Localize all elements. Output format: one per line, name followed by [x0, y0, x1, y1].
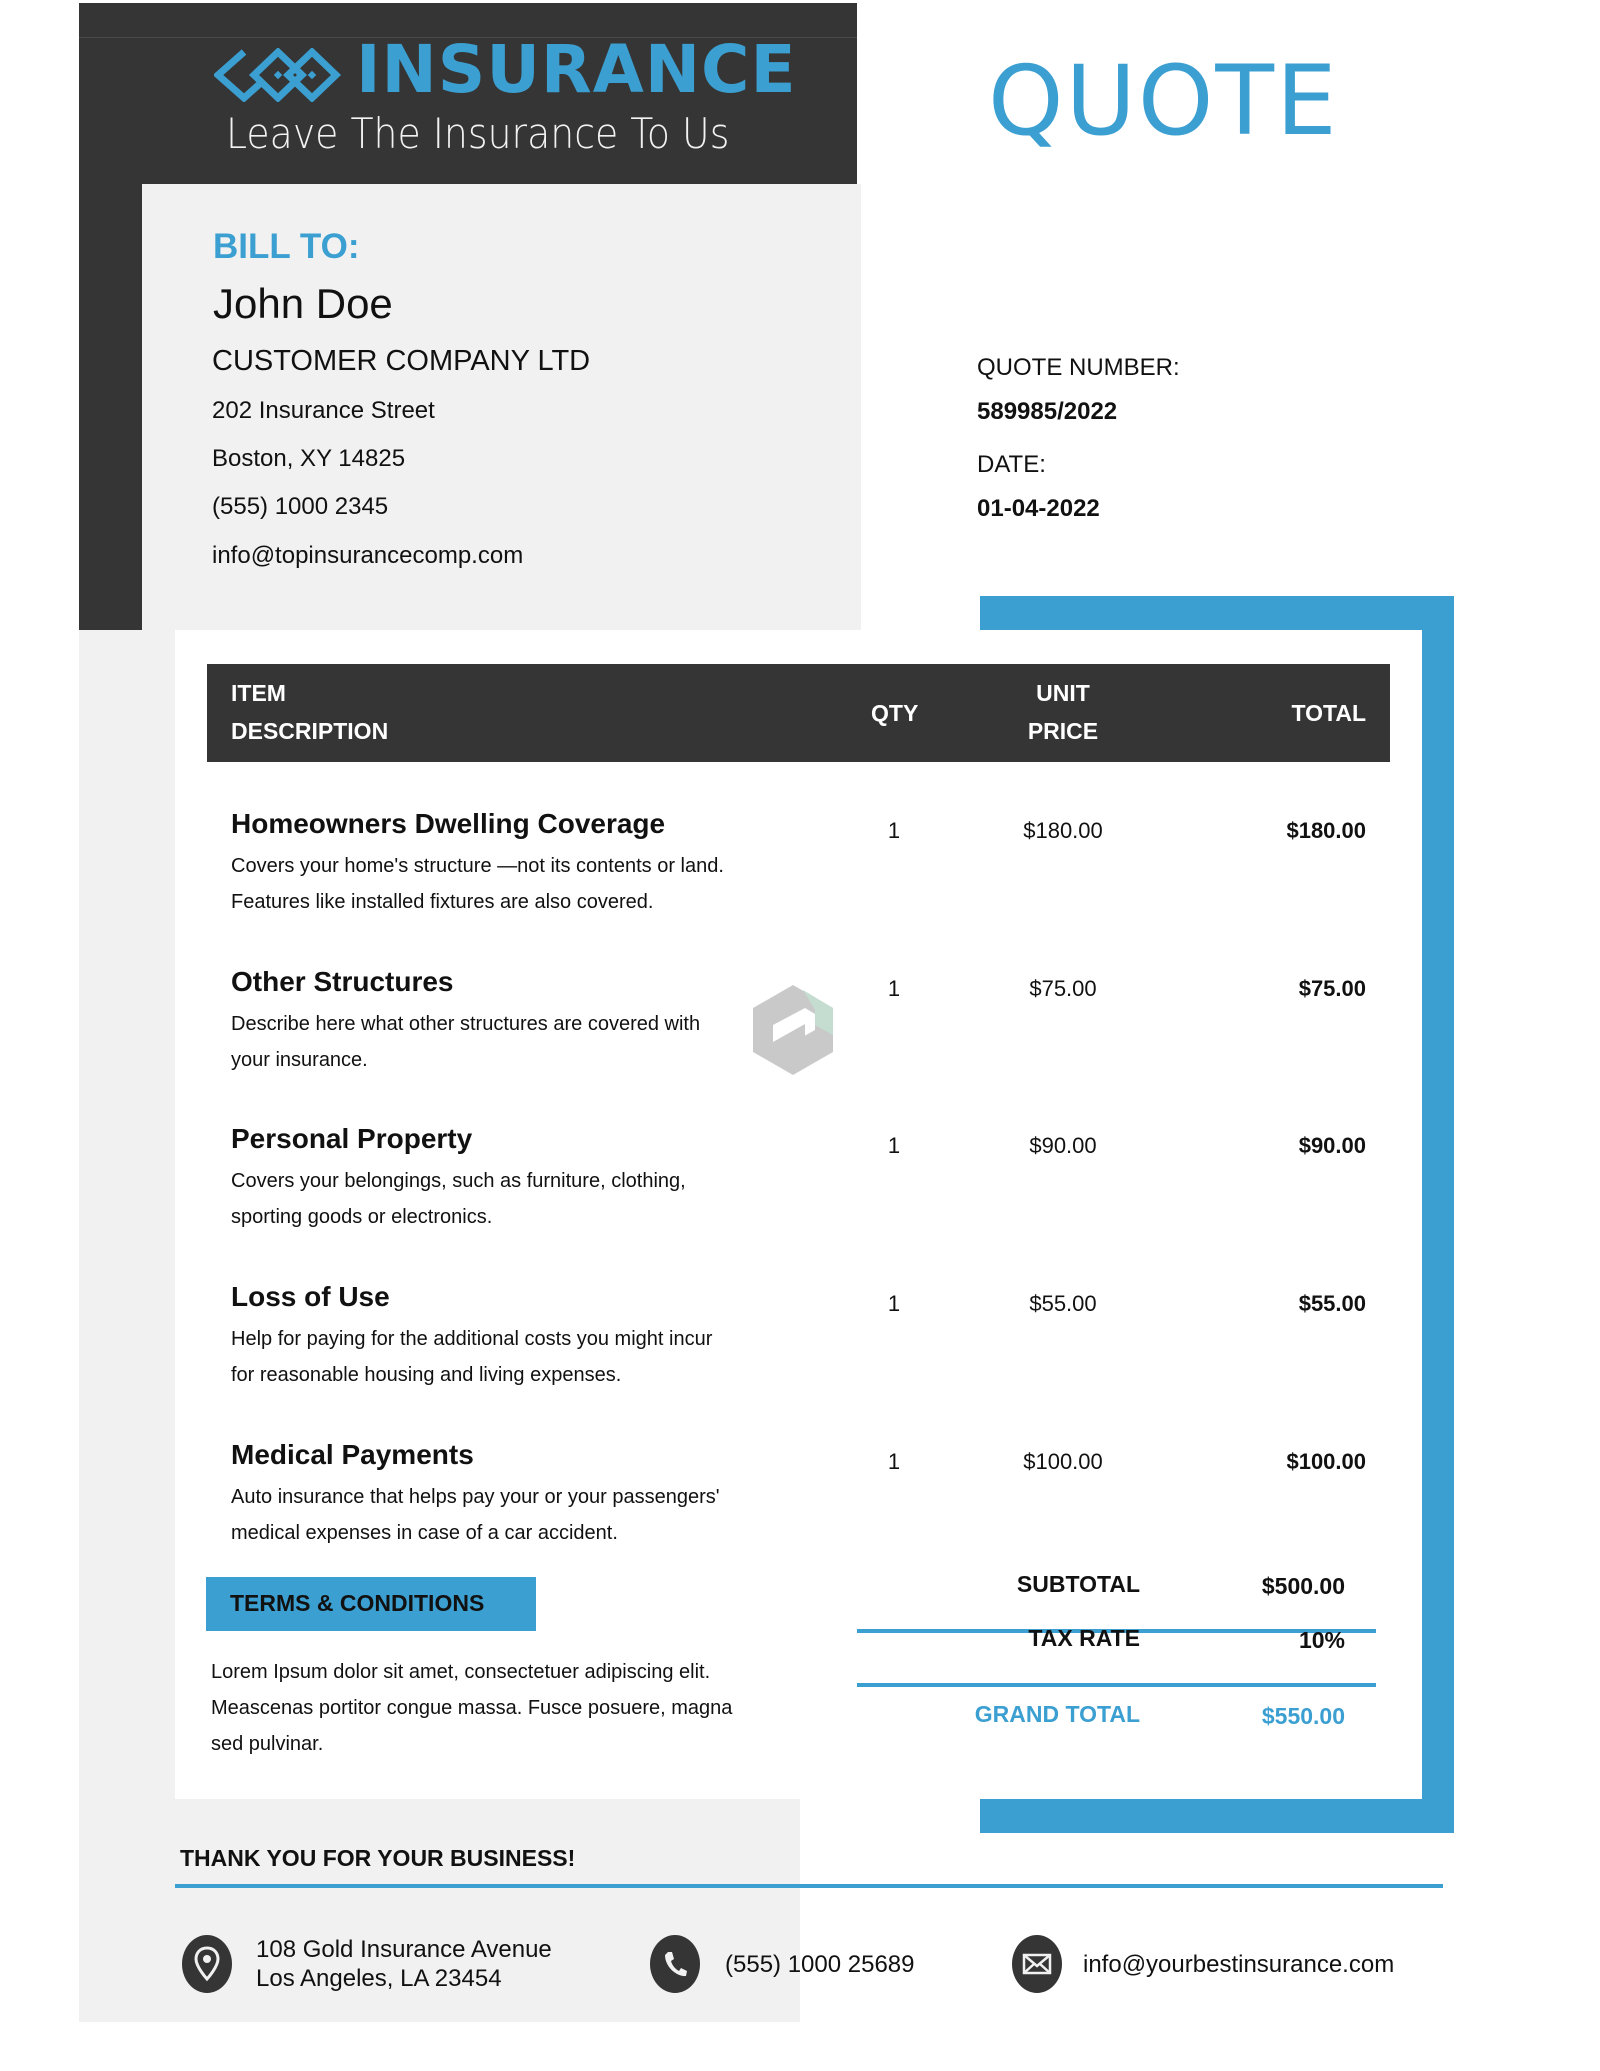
item-unit-price: $55.00 [1029, 1291, 1097, 1316]
item-description-line: Features like installed fixtures are als… [231, 891, 654, 913]
card-gap [800, 1799, 855, 2022]
header-unit-label: UNIT [1036, 680, 1090, 706]
terms-line: sed pulvinar. [211, 1733, 324, 1755]
item-qty: 1 [887, 1449, 901, 1474]
header-unit-price: UNIT PRICE [1009, 674, 1117, 750]
item-unit-price: $75.00 [1029, 976, 1097, 1001]
item-title: Loss of Use [231, 1281, 390, 1312]
item-description-line: your insurance. [231, 1049, 368, 1071]
item-unit-price: $180.00 [1023, 818, 1103, 843]
items-table-header: ITEM DESCRIPTION QTY UNIT PRICE TOTAL [207, 664, 1390, 762]
header-total: TOTAL [1291, 700, 1366, 726]
item-total: $90.00 [1298, 1133, 1366, 1158]
address-line: 108 Gold Insurance Avenue [256, 1936, 552, 1963]
item-title: Other Structures [231, 966, 454, 997]
quote-number: 589985/2022 [977, 398, 1118, 425]
terms-line: Lorem Ipsum dolor sit amet, consectetuer… [211, 1661, 711, 1683]
header-price-label: PRICE [1027, 718, 1099, 744]
customer-email: info@topinsurancecomp.com [212, 542, 524, 569]
totals-divider [857, 1683, 1376, 1687]
item-description-line: Covers your belongings, such as furnitur… [231, 1170, 686, 1192]
header-item-label: ITEM [231, 680, 286, 706]
grand-total-value: $550.00 [1261, 1703, 1345, 1729]
item-unit-price: $100.00 [1023, 1449, 1103, 1474]
item-description: Covers your belongings, such as furnitur… [231, 1163, 791, 1235]
item-description-line: for reasonable housing and living expens… [231, 1364, 622, 1386]
item-description: Help for paying for the additional costs… [231, 1321, 791, 1393]
item-title: Homeowners Dwelling Coverage [231, 808, 666, 839]
item-description-line: Help for paying for the additional costs… [231, 1328, 713, 1350]
terms-line: Meascenas portitor congue massa. Fusce p… [211, 1697, 733, 1719]
quote-date: 01-04-2022 [977, 495, 1100, 522]
company-address: 108 Gold Insurance Avenue Los Angeles, L… [256, 1935, 552, 1993]
header-item-description: ITEM DESCRIPTION [231, 674, 388, 750]
item-total: $75.00 [1298, 976, 1366, 1001]
item-description: Auto insurance that helps pay your or yo… [231, 1479, 791, 1551]
quote-number-label: QUOTE NUMBER: [977, 354, 1180, 381]
item-description: Describe here what other structures are … [231, 1006, 791, 1078]
item-description-line: Covers your home's structure —not its co… [231, 855, 724, 877]
thank-you-message: THANK YOU FOR YOUR BUSINESS! [180, 1845, 576, 1871]
address-line: Los Angeles, LA 23454 [256, 1965, 502, 1992]
item-description-line: sporting goods or electronics. [231, 1206, 493, 1228]
table-row: Personal Property Covers your belongings… [207, 1123, 1390, 1273]
watermark-logo-icon [753, 985, 833, 1075]
subtotal-value: $500.00 [1261, 1573, 1345, 1599]
company-email: info@yourbestinsurance.com [1083, 1951, 1395, 1978]
terms-heading: TERMS & CONDITIONS [230, 1590, 485, 1616]
item-total: $100.00 [1286, 1449, 1366, 1474]
customer-city: Boston, XY 14825 [212, 445, 406, 472]
date-label: DATE: [977, 451, 1046, 478]
brand-tagline: Leave The Insurance To Us [226, 109, 730, 158]
tax-rate-value: 10% [1298, 1627, 1345, 1653]
customer-name: John Doe [213, 280, 393, 327]
document-title: QUOTE [988, 45, 1339, 157]
item-description-line: medical expenses in case of a car accide… [231, 1522, 618, 1544]
terms-heading-bar: TERMS & CONDITIONS [206, 1577, 536, 1631]
item-total: $55.00 [1298, 1291, 1366, 1316]
tax-rate-label: TAX RATE [1028, 1625, 1140, 1651]
item-description: Covers your home's structure —not its co… [231, 848, 791, 920]
subtotal-label: SUBTOTAL [1016, 1571, 1140, 1597]
bill-to-label: BILL TO: [213, 227, 360, 266]
item-qty: 1 [887, 818, 901, 843]
customer-phone: (555) 1000 2345 [212, 493, 389, 520]
brand-name: INSURANCE [356, 31, 797, 108]
item-description-line: Auto insurance that helps pay your or yo… [231, 1486, 720, 1508]
item-description-line: Describe here what other structures are … [231, 1013, 701, 1035]
phone-icon [650, 1935, 700, 1993]
table-row: Homeowners Dwelling Coverage Covers your… [207, 808, 1390, 958]
grand-total-label: GRAND TOTAL [974, 1701, 1140, 1727]
terms-text: Lorem Ipsum dolor sit amet, consectetuer… [211, 1654, 771, 1762]
footer-divider [175, 1884, 1443, 1888]
item-qty: 1 [887, 1291, 901, 1316]
item-qty: 1 [887, 976, 901, 1001]
item-total: $180.00 [1286, 818, 1366, 843]
customer-street: 202 Insurance Street [212, 397, 435, 424]
company-phone: (555) 1000 25689 [725, 1951, 915, 1978]
item-unit-price: $90.00 [1029, 1133, 1097, 1158]
location-pin-icon [182, 1935, 232, 1993]
item-title: Medical Payments [231, 1439, 474, 1470]
item-title: Personal Property [231, 1123, 473, 1154]
header-qty: QTY [871, 700, 919, 726]
table-row: Loss of Use Help for paying for the addi… [207, 1281, 1390, 1431]
interlocking-diamonds-logo-icon [214, 48, 342, 102]
customer-company: CUSTOMER COMPANY LTD [212, 345, 591, 377]
mail-icon [1012, 1935, 1062, 1993]
table-row: Medical Payments Auto insurance that hel… [207, 1439, 1390, 1589]
item-qty: 1 [887, 1133, 901, 1158]
header-description-label: DESCRIPTION [231, 718, 389, 744]
side-accent-bar [79, 184, 142, 630]
